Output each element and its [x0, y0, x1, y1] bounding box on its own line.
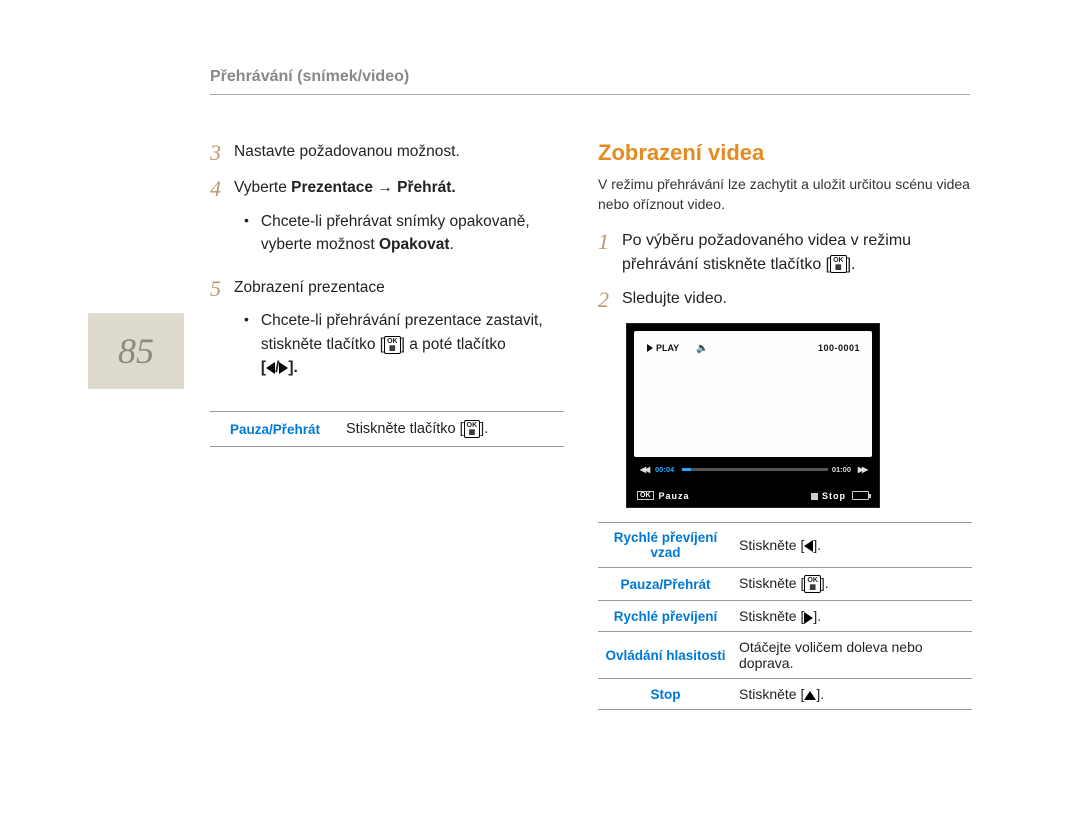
r1a: Stiskněte [: [739, 537, 804, 553]
video-bottom-bar: OK Pauza Stop: [637, 491, 869, 501]
table-row: Pauza/Přehrát Stiskněte [OK▦].: [598, 567, 972, 600]
rewind-icon: ◀◀: [637, 465, 651, 474]
video-progress-row: ◀◀ 00:04 01:00 ▶▶: [637, 463, 869, 477]
progress-bar: [682, 468, 828, 471]
step-4-bullet1-bold: Opakovat: [379, 236, 450, 253]
t1-va: Stiskněte tlačítko [: [346, 421, 464, 437]
step-4-bold: Prezentace → Přehrát.: [291, 179, 456, 196]
r2b: ].: [821, 575, 829, 591]
left-action-table: Pauza/Přehrát Stiskněte tlačítko [OK▦].: [210, 411, 564, 447]
step-1-right: 1 Po výběru požadovaného videa v režimu …: [598, 229, 972, 277]
table-value-pause-play: Stiskněte tlačítko [OK▦].: [340, 412, 564, 447]
step-4: 4 Vyberte Prezentace → Přehrát. Chcete-l…: [210, 176, 564, 266]
battery-icon: [852, 491, 869, 500]
ok-button-icon: OK▦: [384, 336, 401, 354]
step-5-bullet-1: Chcete-li přehrávání prezentace zastavit…: [244, 309, 564, 379]
page-number-block: 85: [88, 313, 184, 389]
step-3-text: Nastavte požadovanou možnost.: [234, 140, 564, 163]
page-number: 85: [118, 330, 154, 372]
step5-b1b: ] a poté tlačítko: [401, 336, 506, 353]
time-total: 01:00: [832, 465, 851, 474]
value-stop: Stiskněte [].: [733, 679, 972, 710]
play-indicator: PLAY: [647, 343, 679, 353]
video-screen-area: PLAY 🔈 100-0001: [634, 331, 872, 457]
value-pause-play: Stiskněte [OK▦].: [733, 567, 972, 600]
step-5-body: Zobrazení prezentace Chcete-li přehráván…: [234, 276, 564, 389]
table-row: Stop Stiskněte [].: [598, 679, 972, 710]
time-current: 00:04: [655, 465, 674, 474]
stop-label-row: Stop: [811, 491, 846, 501]
ok-indicator-icon: OK: [637, 491, 654, 500]
ok-button-icon: OK▦: [830, 255, 847, 273]
s1a: Po výběru požadovaného videa v režimu př…: [622, 232, 911, 273]
label-fast-forward: Rychlé převíjení: [598, 601, 733, 632]
video-preview: PLAY 🔈 100-0001 ◀◀ 00:04 01:00 ▶▶ OK Pau…: [626, 323, 880, 508]
pause-label: Pauza: [659, 491, 690, 501]
value-rewind: Stiskněte [].: [733, 522, 972, 567]
label-stop: Stop: [598, 679, 733, 710]
t1-vb: ].: [480, 421, 488, 437]
step-5-line: Zobrazení prezentace: [234, 279, 385, 296]
table-label-pause-play: Pauza/Přehrát: [210, 412, 340, 447]
s1b: ].: [847, 256, 856, 273]
step-number-3: 3: [210, 140, 234, 166]
step-number-1: 1: [598, 229, 622, 255]
label-volume: Ovládání hlasitosti: [598, 632, 733, 679]
page-breadcrumb: Přehrávání (snímek/video): [210, 68, 409, 86]
ok-button-icon: OK▦: [804, 575, 821, 593]
section-intro: V režimu přehrávání lze zachytit a uloži…: [598, 174, 972, 215]
r3b: ].: [813, 608, 821, 624]
step-1-body: Po výběru požadovaného videa v režimu př…: [622, 229, 972, 277]
stop-label: Stop: [822, 491, 846, 501]
fast-forward-icon: ▶▶: [855, 465, 869, 474]
step-4-body: Vyberte Prezentace → Přehrát. Chcete-li …: [234, 176, 564, 266]
value-volume: Otáčejte voličem doleva nebo doprava.: [733, 632, 972, 679]
step-4-bullet1-post: .: [450, 236, 454, 253]
r5a: Stiskněte [: [739, 686, 804, 702]
step-number-4: 4: [210, 176, 234, 202]
r5b: ].: [816, 686, 824, 702]
speaker-icon: 🔈: [696, 343, 708, 354]
r2a: Stiskněte [: [739, 575, 804, 591]
table-row: Rychlé převíjení Stiskněte [].: [598, 601, 972, 632]
table-row: Pauza/Přehrát Stiskněte tlačítko [OK▦].: [210, 412, 564, 447]
step-2-right: 2 Sledujte video.: [598, 287, 972, 313]
r1b: ].: [813, 537, 821, 553]
left-column: 3 Nastavte požadovanou možnost. 4 Vybert…: [210, 140, 564, 447]
step-3: 3 Nastavte požadovanou možnost.: [210, 140, 564, 166]
triangle-left-icon: [266, 362, 275, 374]
progress-fill: [682, 468, 691, 471]
step-5: 5 Zobrazení prezentace Chcete-li přehráv…: [210, 276, 564, 389]
section-title: Zobrazení videa: [598, 140, 972, 166]
step-4-pre: Vyberte: [234, 179, 291, 196]
stop-square-icon: [811, 493, 818, 500]
header-divider: [210, 94, 970, 95]
triangle-up-icon: [804, 691, 816, 700]
file-counter: 100-0001: [818, 343, 860, 353]
step-2-body: Sledujte video.: [622, 287, 972, 311]
step-number-2: 2: [598, 287, 622, 313]
step5-b1d: ].: [288, 359, 297, 376]
step-number-5: 5: [210, 276, 234, 302]
play-label: PLAY: [656, 343, 679, 353]
value-fast-forward: Stiskněte [].: [733, 601, 972, 632]
table-row: Rychlé převíjení vzad Stiskněte [].: [598, 522, 972, 567]
right-column: Zobrazení videa V režimu přehrávání lze …: [598, 140, 972, 710]
ok-button-icon: OK▦: [464, 420, 481, 438]
r3a: Stiskněte [: [739, 608, 804, 624]
step-4-bullet-1: Chcete-li přehrávat snímky opakovaně, vy…: [244, 210, 564, 257]
video-controls-table: Rychlé převíjení vzad Stiskněte []. Pauz…: [598, 522, 972, 710]
label-pause-play: Pauza/Přehrát: [598, 567, 733, 600]
label-rewind: Rychlé převíjení vzad: [598, 522, 733, 567]
table-row: Ovládání hlasitosti Otáčejte voličem dol…: [598, 632, 972, 679]
play-triangle-icon: [647, 344, 653, 352]
